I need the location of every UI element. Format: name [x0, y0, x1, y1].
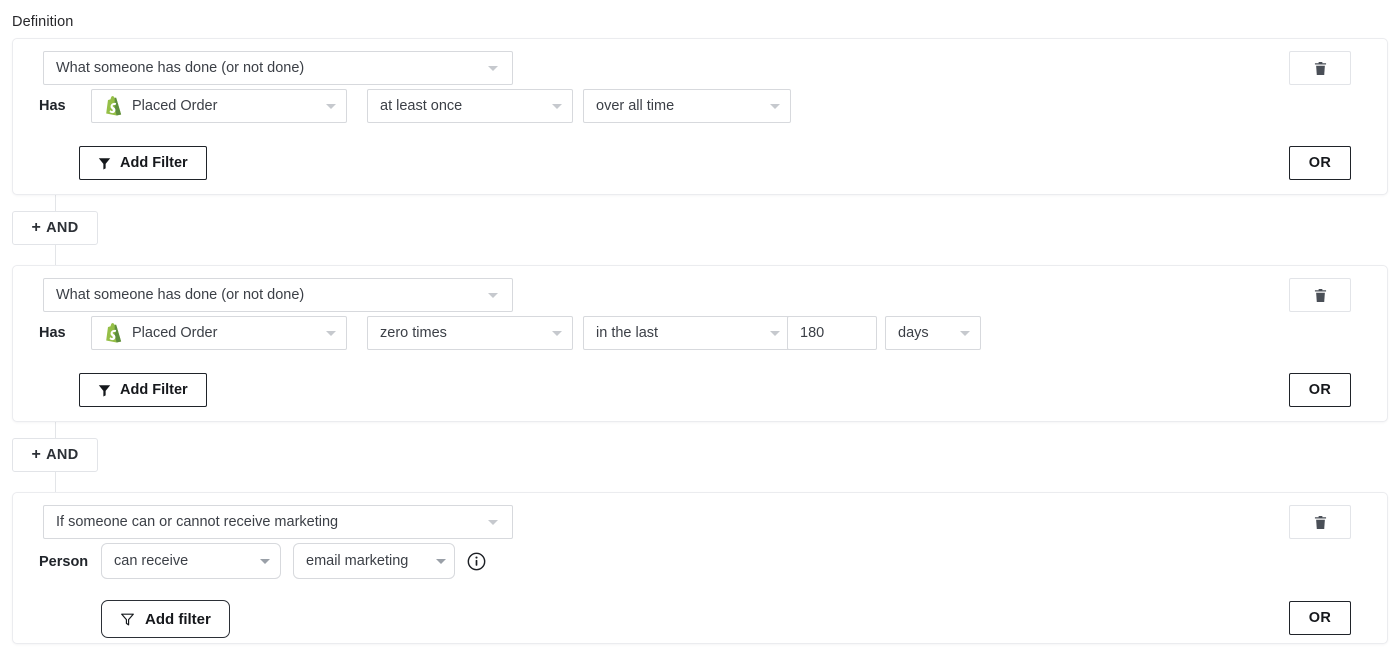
timeframe-value-1: over all time	[596, 98, 674, 114]
chevron-down-icon	[488, 66, 498, 71]
filter-funnel-outline-icon	[120, 612, 135, 627]
metric-value-1: Placed Order	[132, 98, 217, 114]
frequency-select-2[interactable]: zero times	[367, 316, 573, 350]
or-button-1[interactable]: OR	[1289, 146, 1351, 180]
add-and-condition-button-2[interactable]: + AND	[12, 438, 98, 472]
metric-select-1[interactable]: Placed Order	[91, 89, 347, 123]
add-filter-label-2: Add Filter	[120, 382, 188, 398]
trash-icon	[1314, 61, 1327, 76]
delete-group-button-3[interactable]	[1289, 505, 1351, 539]
chevron-down-icon	[436, 559, 446, 564]
or-label-1: OR	[1309, 155, 1332, 171]
add-filter-button-3[interactable]: Add filter	[101, 600, 230, 638]
condition-group-1: What someone has done (or not done) Has …	[12, 38, 1388, 195]
or-button-2[interactable]: OR	[1289, 373, 1351, 407]
shopify-icon	[104, 323, 123, 343]
chevron-down-icon	[770, 331, 780, 336]
row-prefix-label-3: Person	[39, 554, 88, 570]
add-filter-label-1: Add Filter	[120, 155, 188, 171]
condition-group-3: If someone can or cannot receive marketi…	[12, 492, 1388, 644]
condition-type-value-1: What someone has done (or not done)	[56, 60, 304, 76]
chevron-down-icon	[326, 331, 336, 336]
and-label-2: AND	[46, 447, 78, 463]
row-prefix-label-1: Has	[39, 98, 66, 114]
row-prefix-label-2: Has	[39, 325, 66, 341]
consent-state-select-3[interactable]: can receive	[101, 543, 281, 579]
plus-icon: +	[32, 220, 42, 236]
channel-value-3: email marketing	[306, 553, 408, 569]
page-title: Definition	[12, 13, 73, 31]
add-filter-button-1[interactable]: Add Filter	[79, 146, 207, 180]
chevron-down-icon	[260, 559, 270, 564]
chevron-down-icon	[488, 293, 498, 298]
channel-select-3[interactable]: email marketing	[293, 543, 455, 579]
frequency-value-1: at least once	[380, 98, 462, 114]
frequency-value-2: zero times	[380, 325, 447, 341]
condition-type-select-2[interactable]: What someone has done (or not done)	[43, 278, 513, 312]
condition-type-value-2: What someone has done (or not done)	[56, 287, 304, 303]
trash-icon	[1314, 515, 1327, 530]
shopify-icon	[104, 96, 123, 116]
chevron-down-icon	[770, 104, 780, 109]
duration-value-input-2[interactable]: 180	[787, 316, 877, 350]
condition-type-select-3[interactable]: If someone can or cannot receive marketi…	[43, 505, 513, 539]
metric-select-2[interactable]: Placed Order	[91, 316, 347, 350]
filter-funnel-filled-icon	[98, 384, 111, 397]
or-label-3: OR	[1309, 610, 1332, 626]
delete-group-button-2[interactable]	[1289, 278, 1351, 312]
or-label-2: OR	[1309, 382, 1332, 398]
timeframe-select-2[interactable]: in the last	[583, 316, 791, 350]
duration-unit-value-2: days	[898, 325, 929, 341]
duration-value-text-2: 180	[800, 325, 824, 341]
add-filter-button-2[interactable]: Add Filter	[79, 373, 207, 407]
chevron-down-icon	[552, 104, 562, 109]
condition-group-2: What someone has done (or not done) Has …	[12, 265, 1388, 422]
condition-type-value-3: If someone can or cannot receive marketi…	[56, 514, 338, 530]
condition-type-select-1[interactable]: What someone has done (or not done)	[43, 51, 513, 85]
metric-value-2: Placed Order	[132, 325, 217, 341]
timeframe-value-2: in the last	[596, 325, 658, 341]
add-and-condition-button-1[interactable]: + AND	[12, 211, 98, 245]
consent-state-value-3: can receive	[114, 553, 188, 569]
info-circle-icon[interactable]	[467, 552, 486, 571]
chevron-down-icon	[552, 331, 562, 336]
trash-icon	[1314, 288, 1327, 303]
duration-unit-select-2[interactable]: days	[885, 316, 981, 350]
chevron-down-icon	[488, 520, 498, 525]
timeframe-select-1[interactable]: over all time	[583, 89, 791, 123]
and-label-1: AND	[46, 220, 78, 236]
plus-icon: +	[32, 447, 42, 463]
add-filter-label-3: Add filter	[145, 611, 211, 628]
filter-funnel-filled-icon	[98, 157, 111, 170]
segment-definition-builder: Definition What someone has done (or not…	[0, 0, 1400, 656]
delete-group-button-1[interactable]	[1289, 51, 1351, 85]
or-button-3[interactable]: OR	[1289, 601, 1351, 635]
frequency-select-1[interactable]: at least once	[367, 89, 573, 123]
chevron-down-icon	[326, 104, 336, 109]
chevron-down-icon	[960, 331, 970, 336]
